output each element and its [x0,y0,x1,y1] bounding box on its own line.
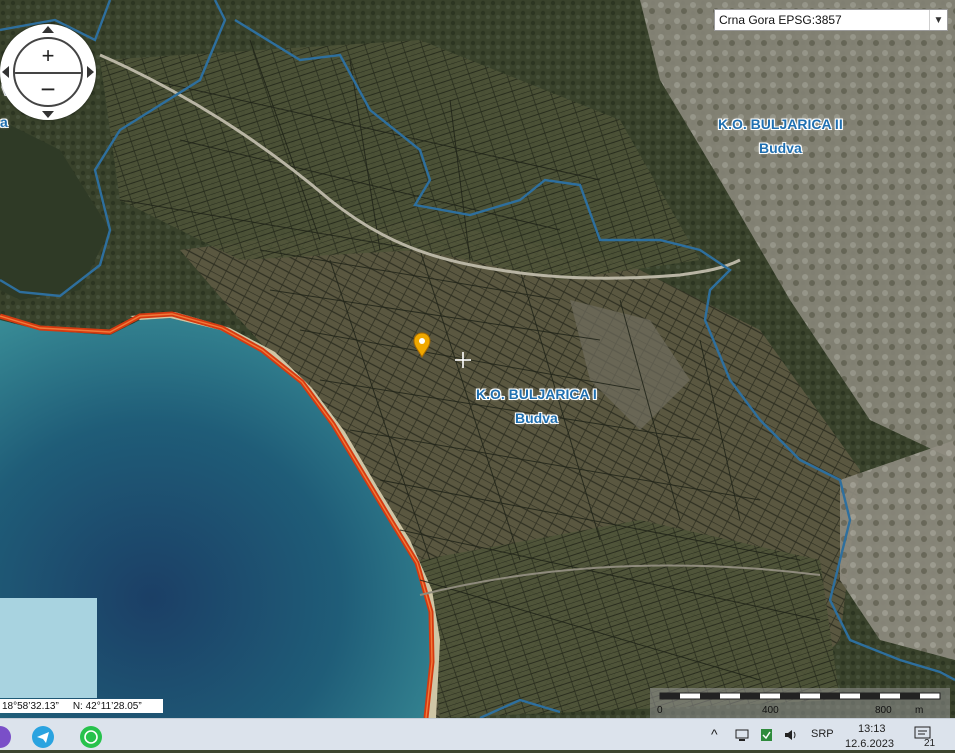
pan-right-icon[interactable] [87,66,94,78]
zone-name: K.O. BULJARICA I [476,386,597,402]
telegram-glyph [37,732,49,743]
crs-select[interactable]: Crna Gora EPSG:3857 ▼ [714,9,948,31]
show-hidden-icons[interactable]: ^ [711,726,718,742]
scale-bar-graphic [659,692,941,700]
zone-label-1: K.O. BULJARICA II Budva [718,116,843,156]
scale-bar: 0 400 800 m [650,688,950,718]
volume-glyph [785,730,796,740]
zone-name: K.O. BULJARICA II [718,116,843,132]
security-icon[interactable] [759,728,775,745]
coordinates-readout: 18°58’32.13” N: 42°11’28.05” [0,699,163,713]
zoom-buttons: + − [13,37,83,107]
scale-label-800: 800 [875,705,892,716]
map-view[interactable]: K.O. BULJARICA II Budva K.O. BULJARICA I… [0,0,955,718]
network-glyph [735,729,749,741]
chevron-down-icon[interactable]: ▼ [929,10,947,30]
zone-label-2: K.O. BULJARICA I Budva [476,386,597,426]
pan-zoom-control[interactable]: + − [0,24,96,120]
notification-count: 21 [924,738,936,749]
zone-city: Budva [758,140,802,156]
zoom-in-button[interactable]: + [15,39,81,72]
whatsapp-glyph [84,730,98,744]
latitude-value: N: 42°11’28.05” [72,700,142,712]
pan-down-icon[interactable] [42,111,54,118]
zone-city: Budva [515,410,558,426]
crs-select-value: Crna Gora EPSG:3857 [719,13,842,27]
zoom-out-button[interactable]: − [15,72,81,105]
pan-up-icon[interactable] [42,26,54,33]
scale-label-0: 0 [657,705,663,716]
scale-label-unit: m [915,705,924,716]
clock-time[interactable]: 13:13 [858,723,886,735]
pan-left-icon[interactable] [2,66,9,78]
app-icon[interactable] [0,726,11,748]
whatsapp-icon[interactable] [80,726,102,748]
telegram-icon[interactable] [32,726,54,748]
satellite-layer [0,0,955,718]
taskbar: ^ SRP 13:13 12.6.2023 21 [0,718,955,750]
longitude-value: 18°58’32.13” [2,700,59,712]
security-glyph [761,729,772,741]
scale-label-400: 400 [762,705,779,716]
network-icon[interactable] [734,728,750,745]
language-indicator[interactable]: SRP [811,728,834,740]
volume-icon[interactable] [783,728,799,745]
clock-date[interactable]: 12.6.2023 [845,738,894,750]
